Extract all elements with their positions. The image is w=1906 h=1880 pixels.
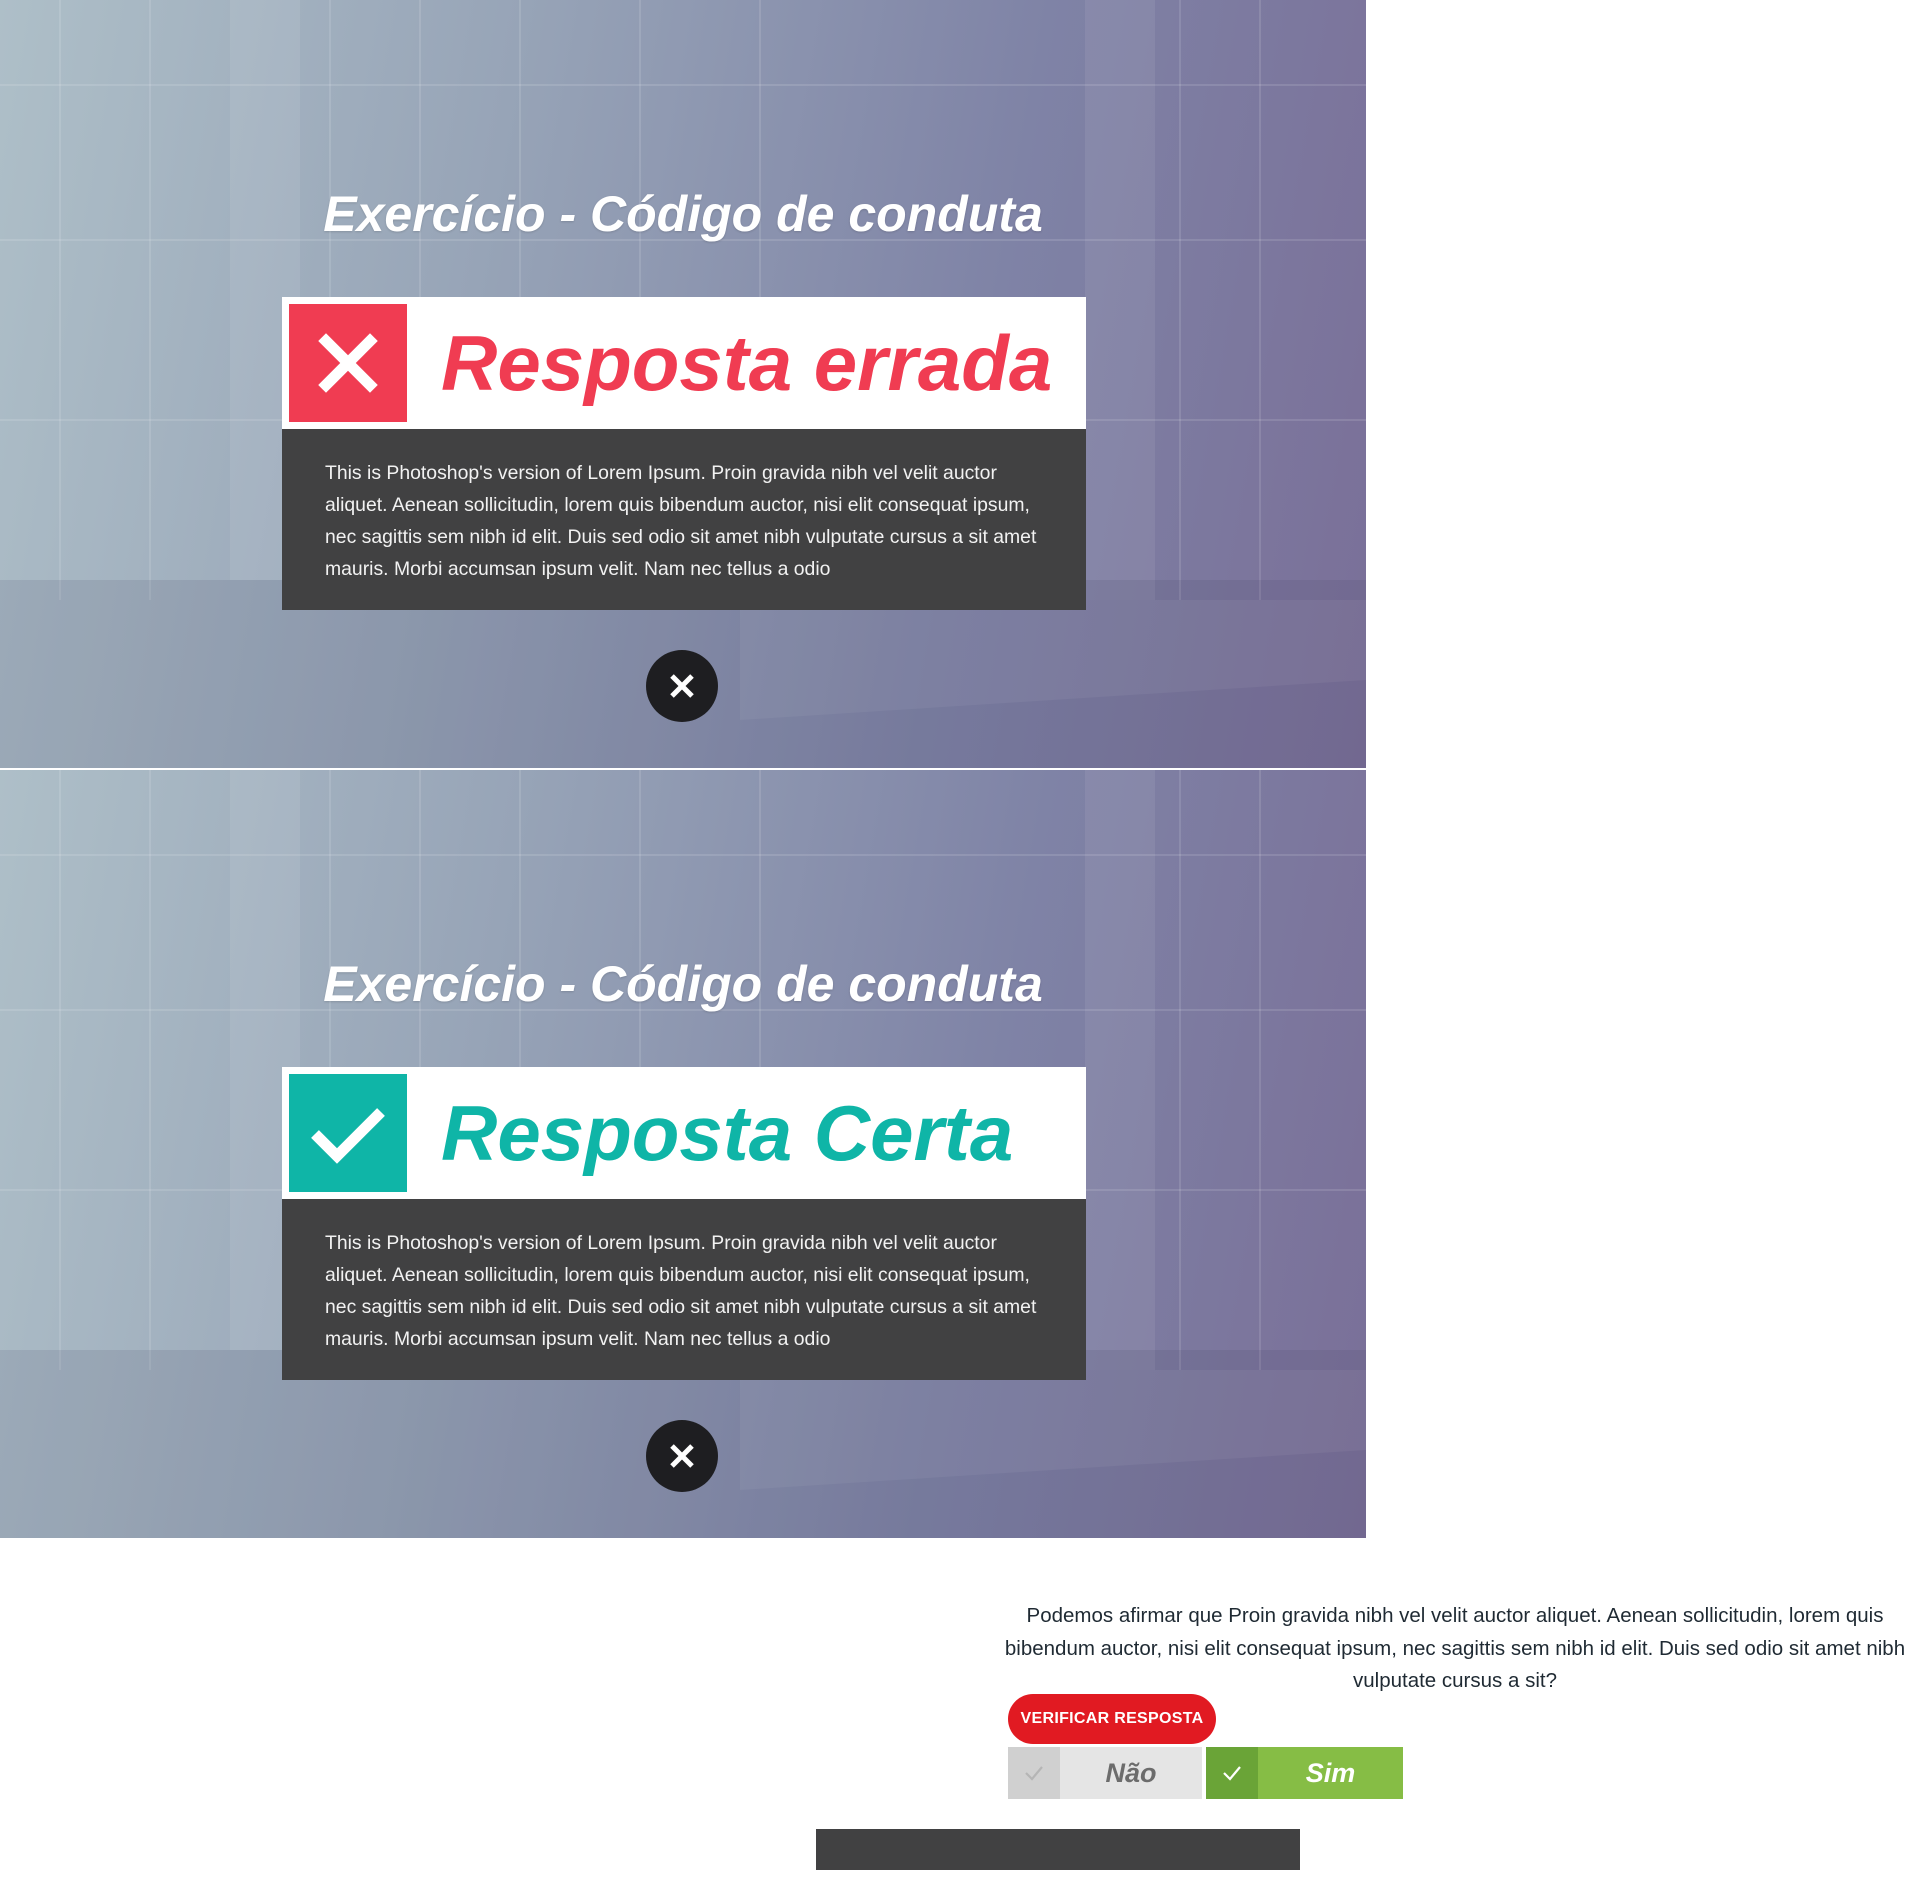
close-button[interactable] bbox=[646, 650, 718, 722]
option-label: Sim bbox=[1305, 1758, 1356, 1788]
close-button[interactable] bbox=[646, 1420, 718, 1492]
quiz-question: Podemos afirmar que Proin gravida nibh v… bbox=[1004, 1604, 1906, 1692]
close-icon bbox=[670, 1444, 694, 1468]
option-sim[interactable]: Sim bbox=[1206, 1747, 1403, 1799]
bottom-bar bbox=[816, 1829, 1300, 1870]
exercise-title: Exercício - Código de conduta bbox=[323, 186, 1043, 242]
result-label-wrong: Resposta errada bbox=[441, 319, 1053, 407]
wrong-answer-icon bbox=[289, 304, 407, 422]
feedback-panel-correct: Exercício - Código de conduta Resposta C… bbox=[0, 770, 1366, 1538]
verify-answer-button[interactable]: VERIFICAR RESPOSTA bbox=[1008, 1694, 1216, 1744]
checkmark-icon bbox=[1008, 1747, 1060, 1799]
correct-answer-icon bbox=[289, 1074, 407, 1192]
result-header-wrong: Resposta errada bbox=[282, 297, 1086, 429]
option-label: Não bbox=[1105, 1758, 1157, 1788]
result-label-correct: Resposta Certa bbox=[441, 1089, 1014, 1177]
feedback-panel-wrong: Exercício - Código de conduta Resposta e… bbox=[0, 0, 1366, 768]
feedback-text: This is Photoshop's version of Lorem Ips… bbox=[282, 1199, 1086, 1380]
feedback-text: This is Photoshop's version of Lorem Ips… bbox=[282, 429, 1086, 610]
exercise-title: Exercício - Código de conduta bbox=[323, 956, 1043, 1012]
option-nao[interactable]: Não bbox=[1008, 1747, 1202, 1799]
result-header-correct: Resposta Certa bbox=[282, 1067, 1086, 1199]
checkmark-icon bbox=[1206, 1747, 1258, 1799]
close-icon bbox=[670, 674, 694, 698]
